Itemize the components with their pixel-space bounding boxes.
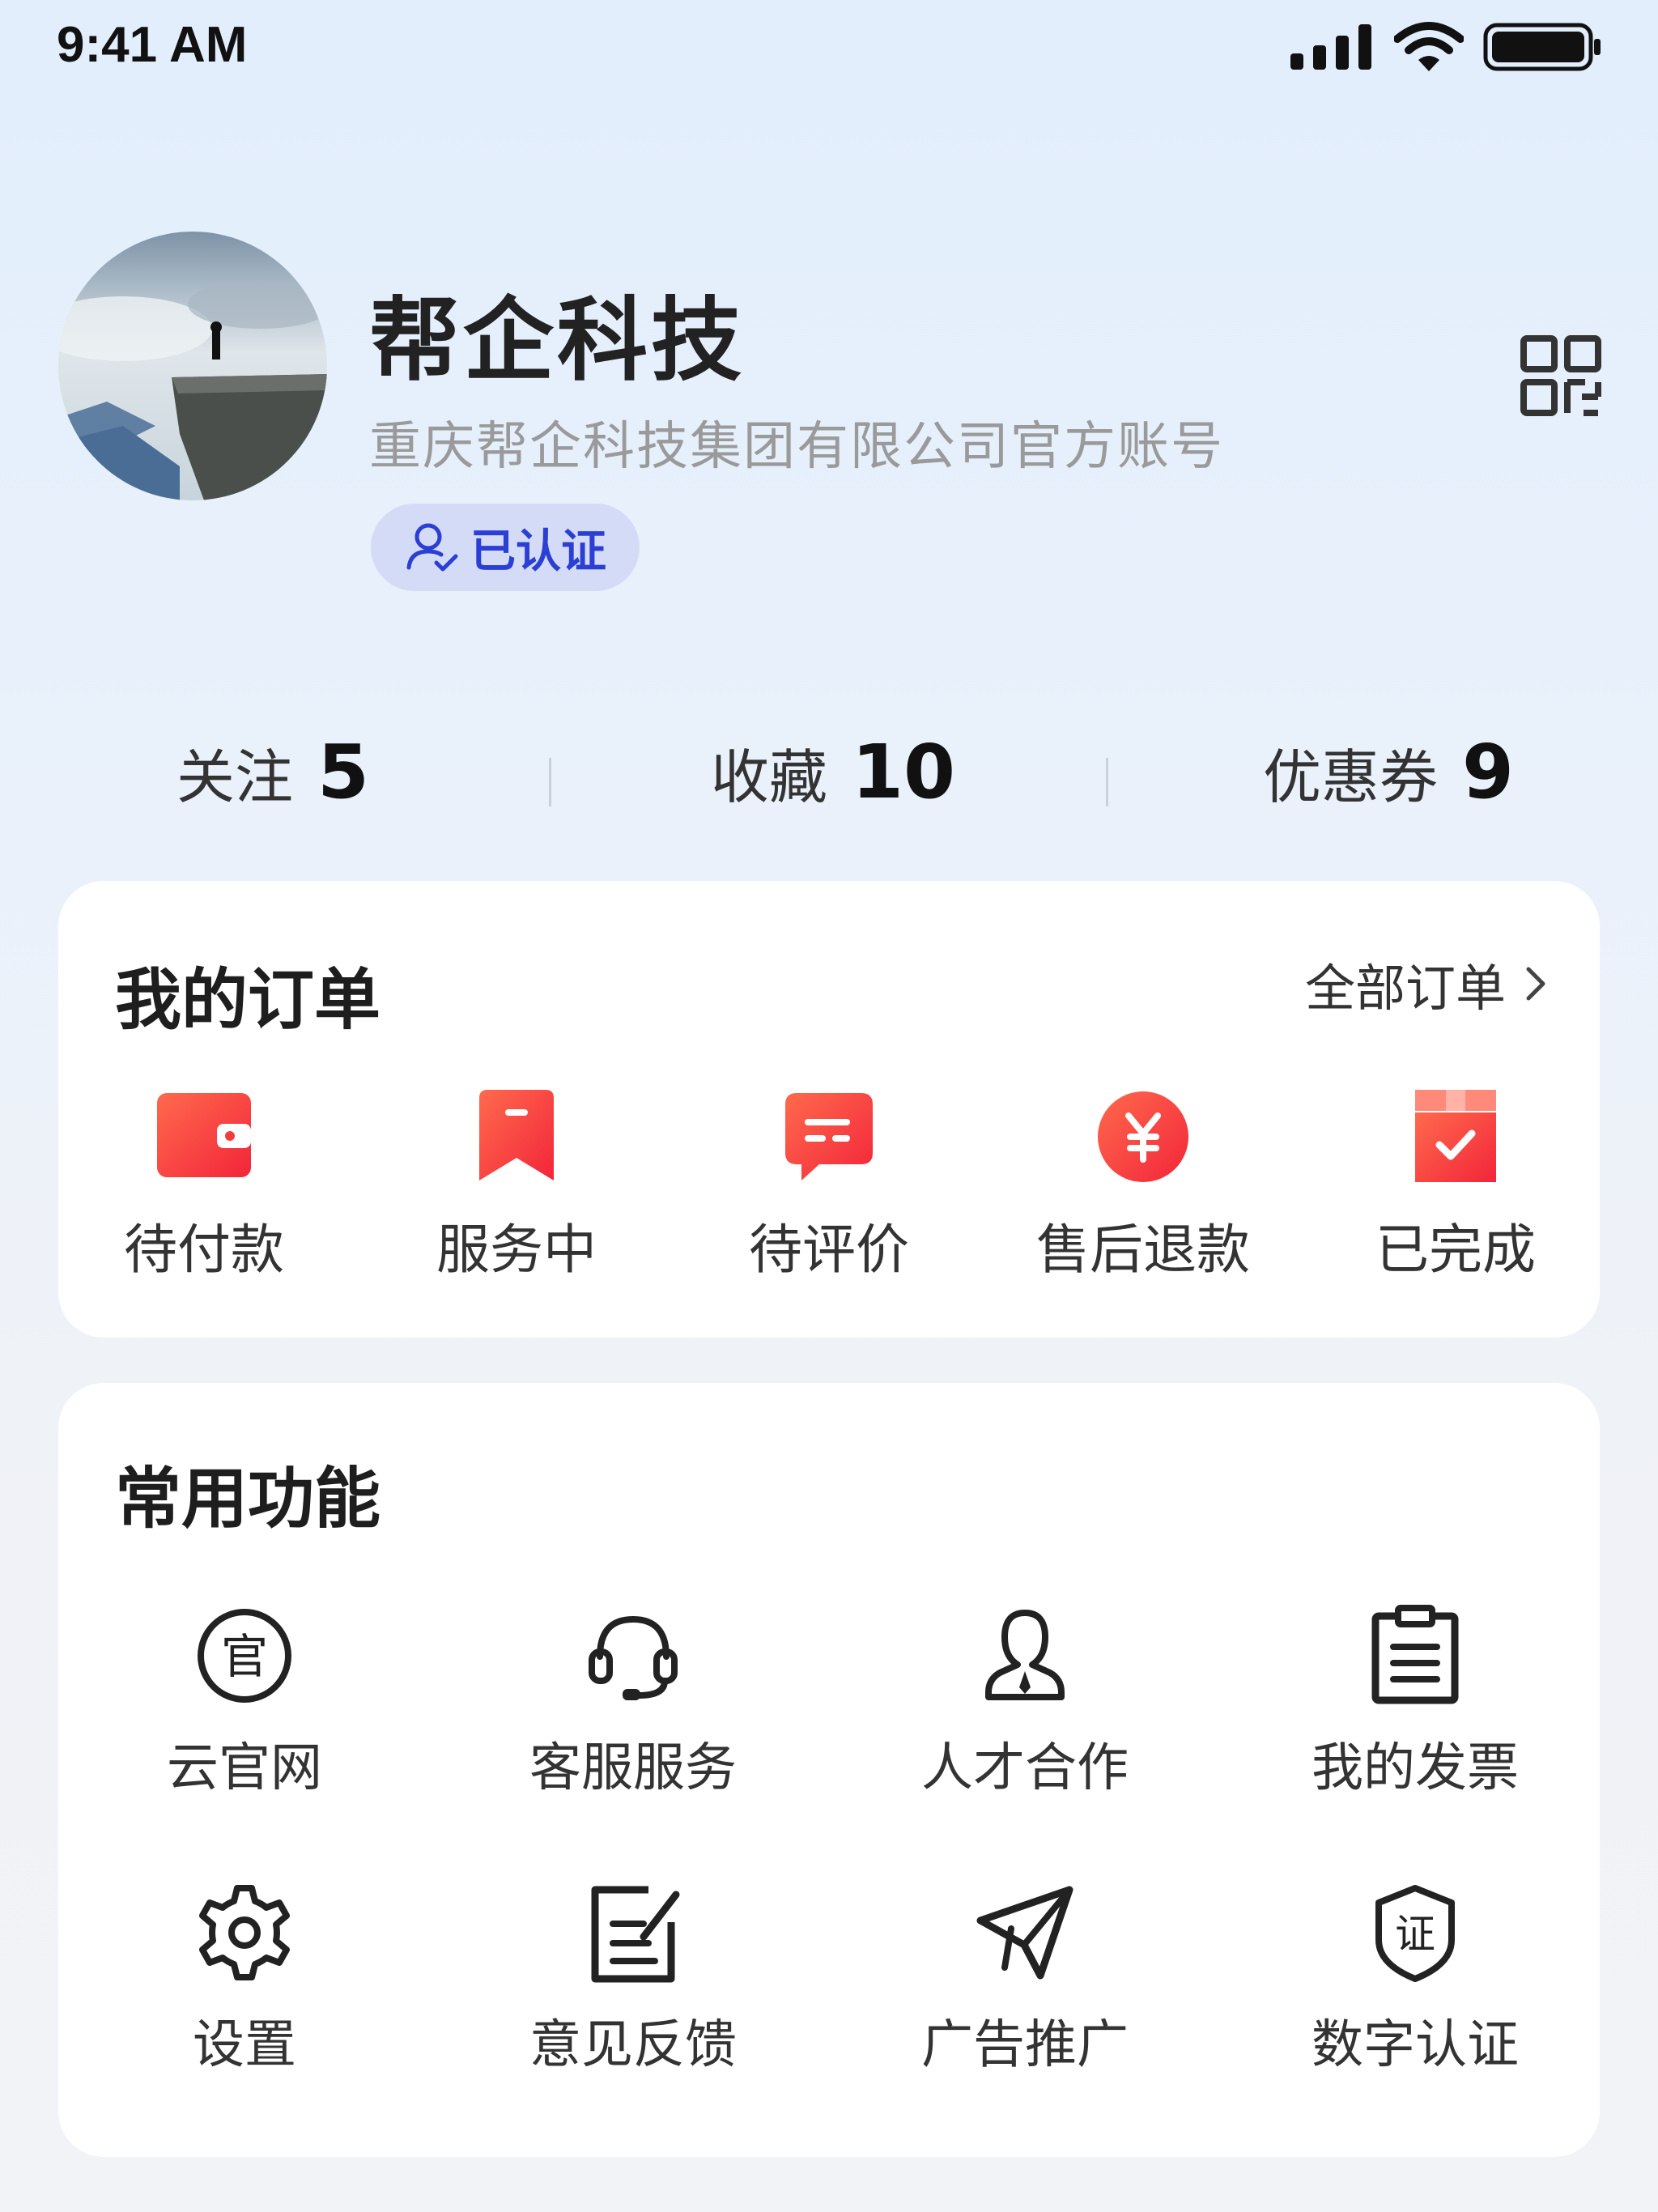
function-label: 意见反馈 [529, 2015, 737, 2075]
certificate-shield-icon: 证 [1375, 1885, 1455, 1982]
function-label: 客服服务 [529, 1738, 737, 1798]
feedback-icon [591, 1886, 680, 1983]
order-label: 售后退款 [1036, 1219, 1250, 1281]
chevron-right-icon [1526, 967, 1545, 1001]
certificate-glyph: 证 [1395, 1911, 1435, 1958]
box-check-icon [1415, 1090, 1496, 1182]
function-cloud-website[interactable]: 官 云官网 [91, 1603, 398, 1801]
function-label: 设置 [193, 2015, 296, 2075]
battery-icon [1483, 23, 1601, 71]
stat-favorites[interactable]: 收藏 10 [711, 729, 955, 815]
status-bar: 9:41 AM [0, 0, 1658, 89]
verified-badge[interactable]: 已认证 [371, 504, 640, 591]
stat-value: 9 [1462, 729, 1515, 815]
profile-subtitle: 重庆帮企科技集团有限公司官方账号 [369, 417, 1224, 477]
function-label: 数字认证 [1312, 2015, 1519, 2075]
stat-label: 关注 [176, 743, 294, 811]
stat-following[interactable]: 关注 5 [176, 729, 369, 815]
order-in-service[interactable]: 服务中 [395, 1088, 638, 1284]
function-talent-cooperation[interactable]: 人才合作 [871, 1603, 1179, 1801]
official-site-icon: 官 [198, 1609, 291, 1703]
order-completed[interactable]: 已完成 [1334, 1088, 1577, 1284]
order-label: 待付款 [124, 1219, 284, 1281]
cellular-signal-icon [1290, 24, 1371, 70]
stat-coupons[interactable]: 优惠券 9 [1263, 729, 1514, 815]
all-orders-label: 全部订单 [1304, 959, 1506, 1018]
orders-card: 我的订单 全部订单 待付款 服务中 待评价 售后退款 已完成 [58, 881, 1600, 1338]
headset-icon [589, 1615, 678, 1700]
functions-title: 常用功能 [115, 1461, 381, 1538]
verified-user-icon [406, 523, 458, 572]
stat-value: 10 [852, 729, 956, 815]
order-pending-payment[interactable]: 待付款 [83, 1088, 325, 1284]
function-label: 人才合作 [921, 1738, 1129, 1798]
verified-label: 已认证 [470, 525, 606, 578]
profile-name: 帮企科技 [369, 288, 745, 393]
stat-divider [549, 758, 551, 806]
function-label: 广告推广 [921, 2015, 1129, 2075]
stat-label: 收藏 [711, 743, 828, 811]
status-time: 9:41 AM [57, 17, 248, 73]
wifi-icon [1394, 22, 1464, 71]
order-pending-review[interactable]: 待评价 [708, 1088, 950, 1284]
function-label: 我的发票 [1312, 1738, 1519, 1798]
function-label: 云官网 [167, 1738, 322, 1798]
invoice-icon [1371, 1605, 1459, 1704]
gear-icon [199, 1885, 290, 1980]
order-label: 已完成 [1375, 1219, 1536, 1281]
wallet-icon [157, 1093, 251, 1177]
message-icon [785, 1093, 873, 1180]
functions-card: 常用功能 官 云官网 客服服务 人才合作 我的发票 设置 意见反馈 广告推广 证… [58, 1383, 1600, 2157]
status-icons [1290, 21, 1603, 73]
function-my-invoice[interactable]: 我的发票 [1261, 1603, 1569, 1801]
order-label: 服务中 [436, 1219, 597, 1281]
function-feedback[interactable]: 意见反馈 [479, 1880, 787, 2078]
order-after-sales-refund[interactable]: 售后退款 [1022, 1088, 1265, 1284]
stat-value: 5 [317, 729, 370, 815]
avatar[interactable] [58, 232, 327, 500]
yen-icon [1098, 1091, 1188, 1182]
all-orders-link[interactable]: 全部订单 [1305, 947, 1550, 1020]
stats-row: 关注 5 收藏 10 优惠券 9 [0, 729, 1658, 826]
official-site-glyph: 官 [221, 1629, 268, 1684]
function-digital-certification[interactable]: 证 数字认证 [1261, 1880, 1569, 2078]
function-customer-service[interactable]: 客服服务 [479, 1603, 787, 1801]
order-label: 待评价 [749, 1219, 909, 1281]
bookmark-icon [479, 1090, 554, 1180]
function-ad-promotion[interactable]: 广告推广 [871, 1880, 1179, 2078]
stat-divider [1106, 758, 1108, 806]
person-icon [985, 1610, 1065, 1700]
stat-label: 优惠券 [1263, 743, 1439, 811]
qr-code-icon[interactable] [1520, 335, 1601, 416]
paper-plane-icon [976, 1886, 1073, 1980]
function-settings[interactable]: 设置 [91, 1880, 398, 2078]
orders-title: 我的订单 [115, 962, 381, 1039]
